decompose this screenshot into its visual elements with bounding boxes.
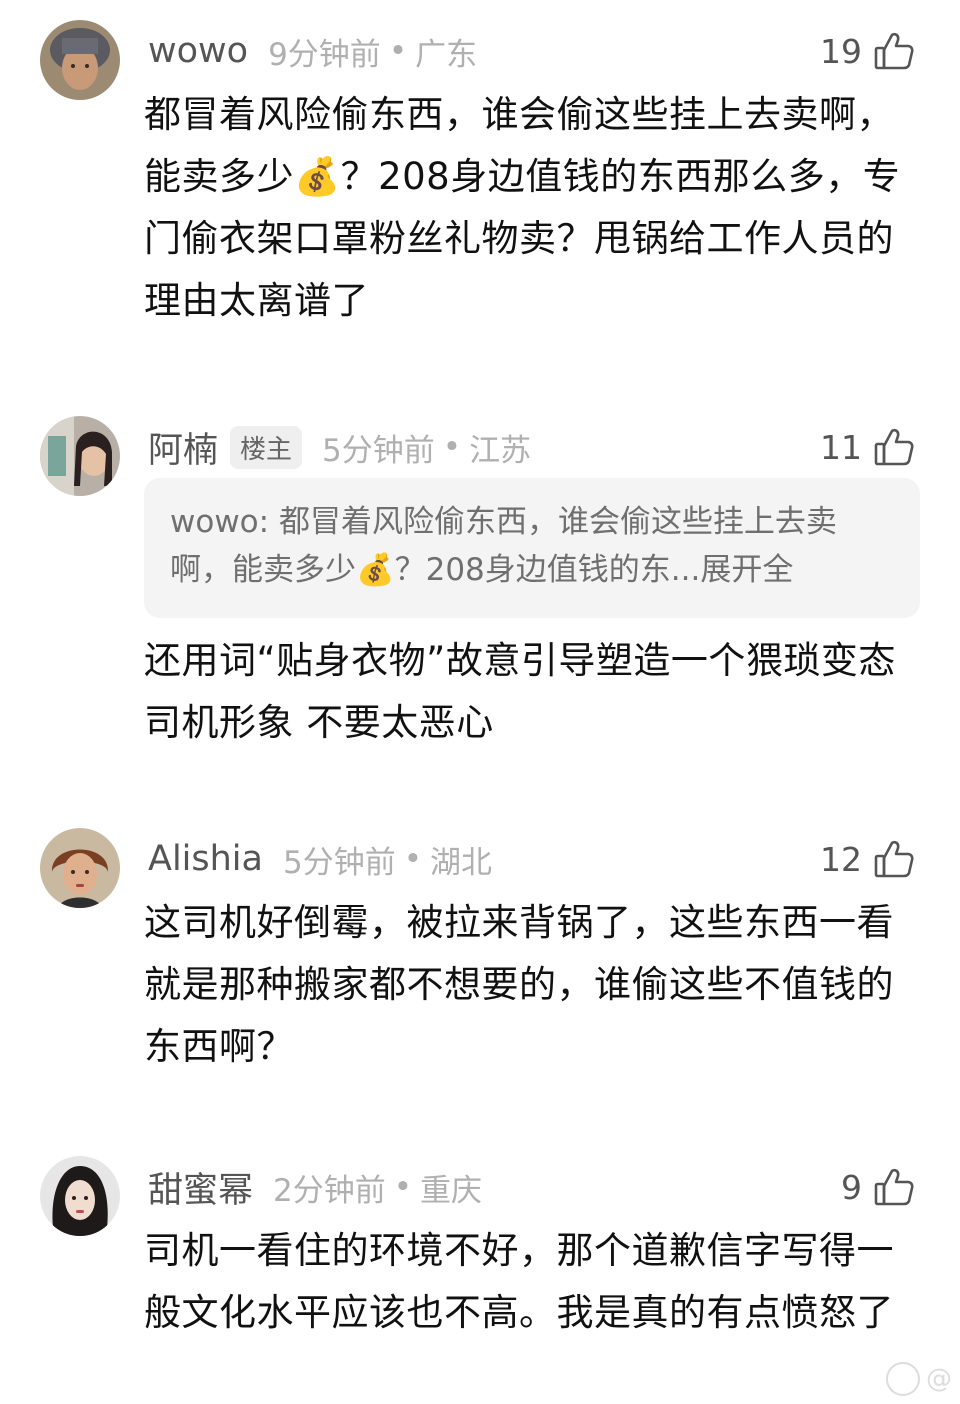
- comment-meta: Alishia 5分钟前 • 湖北: [148, 834, 492, 884]
- username[interactable]: wowo: [148, 31, 248, 71]
- weibo-logo-icon: [886, 1362, 920, 1396]
- comment-time: 5分钟前: [282, 844, 396, 881]
- like-control[interactable]: 9: [841, 1162, 916, 1212]
- meta-separator: •: [393, 1169, 413, 1205]
- comment-text: 司机一看住的环境不好，那个道歉信字写得一般文化水平应该也不高。我是真的有点愤怒了: [144, 1229, 894, 1334]
- thumbs-up-icon[interactable]: [872, 1165, 916, 1209]
- money-bag-icon: 💰: [294, 155, 341, 198]
- meta-separator: •: [388, 33, 408, 69]
- quoted-comment[interactable]: wowo: 都冒着风险偷东西，谁会偷这些挂上去卖啊，能卖多少💰？208身边值钱的…: [144, 478, 920, 618]
- comment-time: 2分钟前: [273, 1172, 386, 1209]
- thumbs-up-icon[interactable]: [872, 425, 916, 469]
- money-bag-icon: 💰: [356, 552, 395, 588]
- comment-meta: wowo 9分钟前 • 广东: [148, 26, 477, 76]
- watermark: @: [886, 1362, 952, 1396]
- username[interactable]: Alishia: [148, 839, 263, 879]
- like-count: 11: [820, 427, 862, 467]
- like-control[interactable]: 11: [820, 422, 916, 472]
- meta-separator: •: [403, 841, 423, 877]
- like-count: 19: [820, 31, 862, 71]
- thumbs-up-icon[interactable]: [872, 837, 916, 881]
- user-avatar[interactable]: [40, 416, 120, 496]
- comment-time: 5分钟前: [322, 432, 435, 469]
- comment-region: 湖北: [430, 844, 493, 881]
- like-control[interactable]: 12: [820, 834, 916, 884]
- comment-meta: 阿楠 楼主 5分钟前 • 江苏: [148, 422, 531, 472]
- like-count: 9: [841, 1167, 862, 1207]
- thumbs-up-icon[interactable]: [872, 29, 916, 73]
- comment-text: 都冒着风险偷东西，谁会偷这些挂上去卖啊，能卖多少💰？208身边值钱的东西那么多，…: [144, 84, 924, 332]
- like-count: 12: [820, 839, 862, 879]
- quoted-text-part: ？208身边值钱的东...: [394, 552, 701, 588]
- author-badge: 楼主: [230, 425, 303, 469]
- comment-time: 9分钟前: [268, 36, 381, 73]
- expand-link[interactable]: 展开全: [700, 552, 793, 588]
- user-avatar[interactable]: [40, 20, 120, 100]
- comment-region: 重庆: [420, 1172, 483, 1209]
- comment-region: 广东: [415, 36, 478, 73]
- like-control[interactable]: 19: [820, 26, 916, 76]
- meta-separator: •: [442, 429, 462, 465]
- comment-meta: 甜蜜幂 2分钟前 • 重庆: [148, 1162, 482, 1212]
- username[interactable]: 甜蜜幂: [148, 1162, 253, 1213]
- comment-text: 这司机好倒霉，被拉来背锅了，这些东西一看就是那种搬家都不想要的，谁偷这些不值钱的…: [144, 901, 894, 1068]
- user-avatar[interactable]: [40, 1156, 120, 1236]
- username[interactable]: 阿楠: [148, 422, 218, 473]
- user-avatar[interactable]: [40, 828, 120, 908]
- comment-text: 还用词“贴身衣物”故意引导塑造一个猥琐变态司机形象 不要太恶心: [144, 639, 896, 744]
- comment-region: 江苏: [469, 432, 532, 469]
- watermark-text: @: [926, 1364, 952, 1394]
